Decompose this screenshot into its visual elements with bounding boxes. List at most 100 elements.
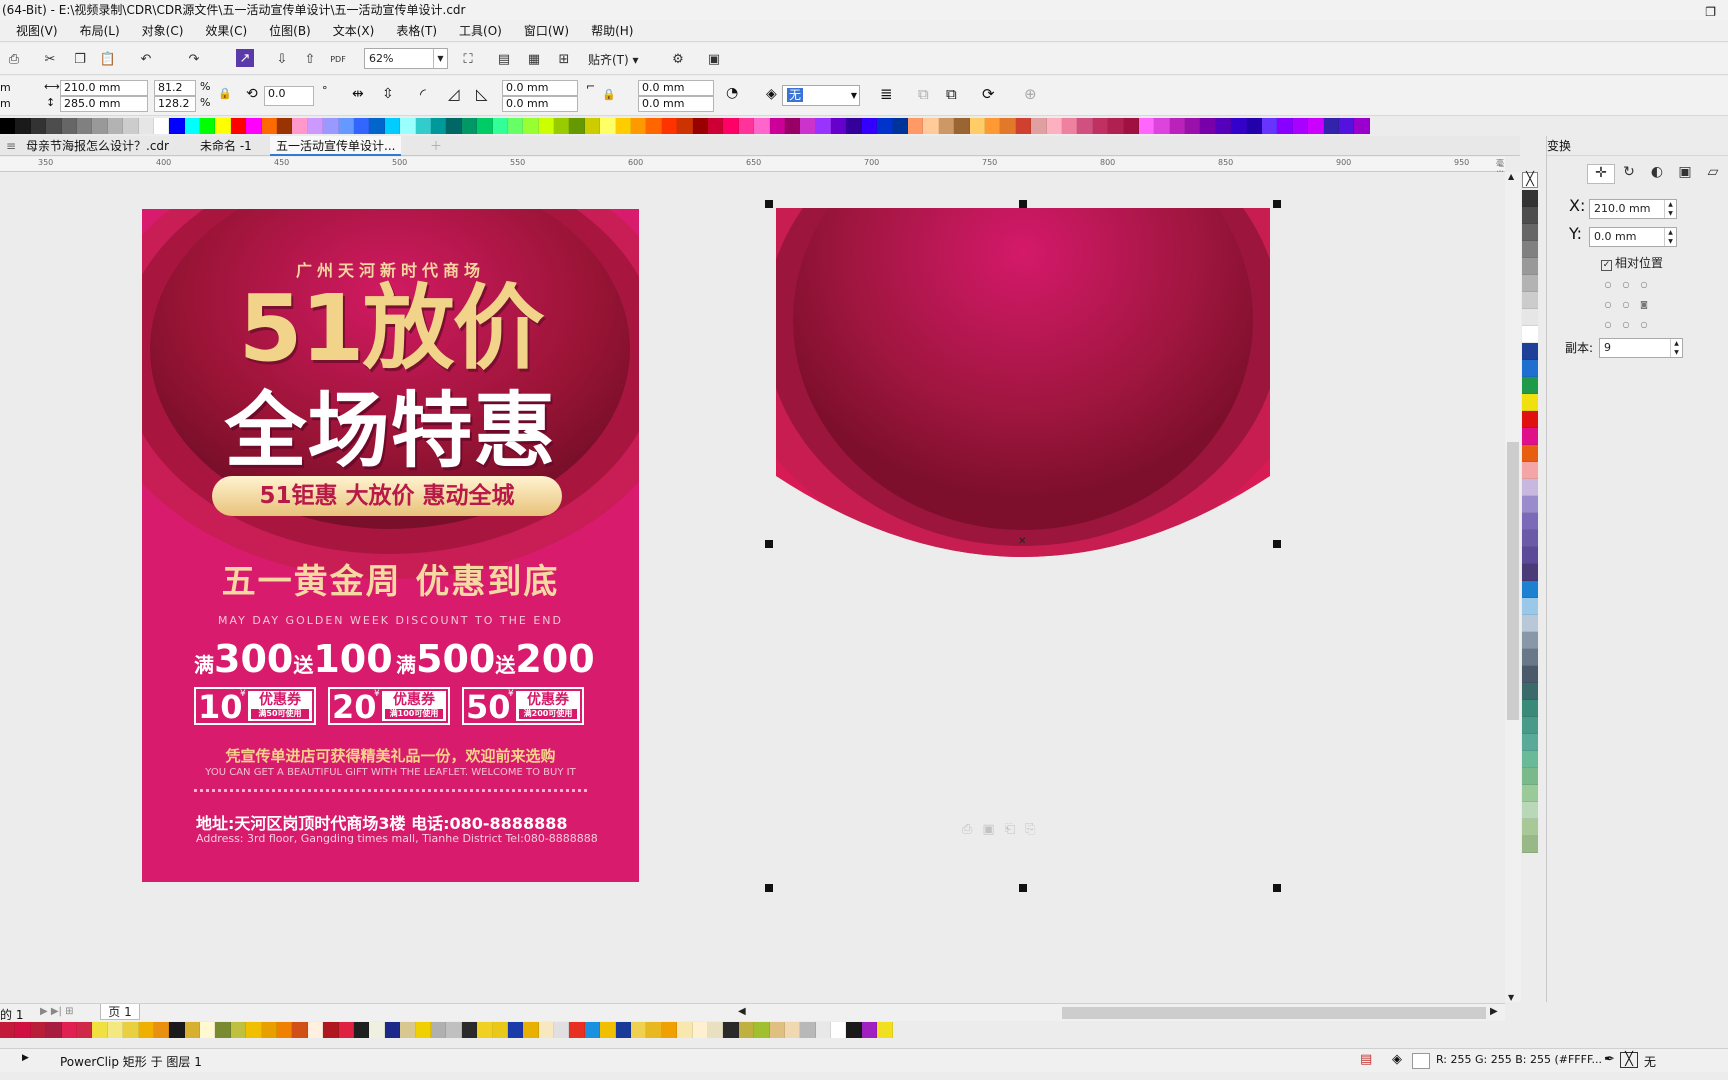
to-back-icon[interactable]: ⧉ <box>946 85 957 103</box>
color-swatch[interactable] <box>646 1022 662 1038</box>
menu-item-view[interactable]: 视图(V) <box>16 22 58 39</box>
color-swatch[interactable] <box>30 118 47 134</box>
menu-item-effects[interactable]: 效果(C) <box>205 22 247 39</box>
color-swatch[interactable] <box>230 1022 247 1038</box>
show-guidelines-icon[interactable]: ⊞ <box>554 49 574 69</box>
cut-icon[interactable]: ✂ <box>40 49 60 69</box>
publish-pdf-icon[interactable]: PDF <box>328 49 348 69</box>
expand-status-icon[interactable]: ▶ <box>22 1053 29 1063</box>
color-swatch[interactable] <box>400 1022 416 1038</box>
zoom-level-select[interactable]: 62% ▼ <box>364 48 448 69</box>
color-swatch[interactable] <box>153 118 170 134</box>
color-swatch[interactable] <box>677 118 693 134</box>
color-swatch[interactable] <box>169 1022 185 1038</box>
color-swatch[interactable] <box>353 1022 370 1038</box>
color-swatch[interactable] <box>1522 190 1538 207</box>
color-swatch[interactable] <box>1185 118 1201 134</box>
color-swatch[interactable] <box>1522 360 1538 377</box>
color-swatch[interactable] <box>861 1022 878 1038</box>
color-swatch[interactable] <box>877 118 893 134</box>
color-swatch[interactable] <box>261 1022 278 1038</box>
color-swatch[interactable] <box>738 118 755 134</box>
color-swatch[interactable] <box>1522 547 1538 564</box>
color-swatch[interactable] <box>1231 118 1247 134</box>
color-swatch[interactable] <box>507 1022 524 1038</box>
position-tab-icon[interactable]: ✛ <box>1587 164 1615 184</box>
color-swatch[interactable] <box>323 1022 339 1038</box>
undo-icon[interactable]: ↶ <box>136 49 156 69</box>
mirror-tab-icon[interactable]: ◐ <box>1643 164 1671 184</box>
no-fill-swatch[interactable]: ╳ <box>1522 172 1538 188</box>
color-swatch[interactable] <box>107 118 124 134</box>
new-tab-icon[interactable]: ＋ <box>424 136 448 156</box>
fill-select[interactable]: 无 ▼ <box>782 85 860 106</box>
page-navigation-icons[interactable]: ▶ ▶| ⊞ <box>40 1006 74 1017</box>
paste-icon[interactable]: 📋 <box>98 49 118 69</box>
menu-item-window[interactable]: 窗口(W) <box>524 22 569 39</box>
color-swatch[interactable] <box>307 118 324 134</box>
search-content-icon[interactable]: ↗ <box>236 49 254 67</box>
convert-to-curves-icon[interactable]: ⟳ <box>982 85 995 103</box>
color-swatch[interactable] <box>1522 479 1538 496</box>
scalloped-corner-icon[interactable]: ◿ <box>448 85 460 103</box>
horizontal-scroll-thumb[interactable] <box>1062 1007 1486 1019</box>
color-swatch[interactable] <box>123 118 139 134</box>
color-swatch[interactable] <box>430 1022 447 1038</box>
color-swatch[interactable] <box>323 118 339 134</box>
scale-x-input[interactable]: 81.2 <box>154 80 196 96</box>
color-swatch[interactable] <box>707 1022 724 1038</box>
color-swatch[interactable] <box>738 1022 755 1038</box>
mirror-vertical-icon[interactable]: ⇳ <box>382 86 394 102</box>
color-swatch[interactable] <box>1338 118 1355 134</box>
color-swatch[interactable] <box>784 118 801 134</box>
color-swatch[interactable] <box>384 118 401 134</box>
transform-y-input[interactable]: 0.0 mm ▲ ▼ <box>1589 227 1677 247</box>
powerclip-arc-shape[interactable] <box>773 208 1273 564</box>
corner-lock-icon[interactable]: 🔒 <box>602 88 616 101</box>
color-swatch[interactable] <box>646 118 662 134</box>
color-swatch[interactable] <box>1123 118 1139 134</box>
color-swatch[interactable] <box>554 118 570 134</box>
color-swatch[interactable] <box>461 1022 478 1038</box>
show-grid-icon[interactable]: ▦ <box>524 49 544 69</box>
color-swatch[interactable] <box>1522 564 1538 581</box>
menu-item-object[interactable]: 对象(C) <box>142 22 184 39</box>
color-swatch[interactable] <box>169 118 185 134</box>
color-swatch[interactable] <box>723 1022 739 1038</box>
color-swatch[interactable] <box>584 1022 601 1038</box>
color-swatch[interactable] <box>277 1022 293 1038</box>
anchor-point[interactable]: ○ <box>1617 320 1635 336</box>
color-swatch[interactable] <box>938 118 955 134</box>
color-swatch[interactable] <box>1246 118 1263 134</box>
color-swatch[interactable] <box>1277 118 1293 134</box>
color-swatch[interactable] <box>1522 836 1538 853</box>
color-swatch[interactable] <box>138 1022 154 1038</box>
color-swatch[interactable] <box>1522 768 1538 785</box>
relative-corner-scaling-icon[interactable]: ◔ <box>726 85 738 101</box>
color-swatch[interactable] <box>107 1022 124 1038</box>
color-swatch[interactable] <box>400 118 416 134</box>
color-swatch[interactable] <box>600 118 616 134</box>
anchor-point[interactable]: ○ <box>1635 320 1653 336</box>
color-swatch[interactable] <box>200 1022 216 1038</box>
color-swatch[interactable] <box>92 118 108 134</box>
menu-item-text[interactable]: 文本(X) <box>333 22 375 39</box>
color-swatch[interactable] <box>631 1022 647 1038</box>
import-icon[interactable]: ⇩ <box>272 49 292 69</box>
color-swatch[interactable] <box>1522 496 1538 513</box>
may-day-poster[interactable]: 广州天河新时代商场 51放价 全场特惠 51钜惠 大放价 惠动全城 五一黄金周 … <box>142 209 639 882</box>
anchor-point[interactable]: ○ <box>1617 280 1635 296</box>
transform-x-input[interactable]: 210.0 mm ▲ ▼ <box>1589 199 1677 219</box>
color-swatch[interactable] <box>184 1022 201 1038</box>
color-swatch[interactable] <box>1308 118 1324 134</box>
color-swatch[interactable] <box>1108 118 1124 134</box>
color-swatch[interactable] <box>846 118 862 134</box>
color-swatch[interactable] <box>492 1022 508 1038</box>
color-swatch[interactable] <box>1292 118 1309 134</box>
color-palette-right[interactable] <box>1522 190 1538 853</box>
color-swatch[interactable] <box>707 118 724 134</box>
color-swatch[interactable] <box>631 118 647 134</box>
print-icon[interactable]: ⎙ <box>4 49 24 69</box>
chamfered-corner-icon[interactable]: ◺ <box>476 85 488 103</box>
color-swatch[interactable] <box>446 118 462 134</box>
